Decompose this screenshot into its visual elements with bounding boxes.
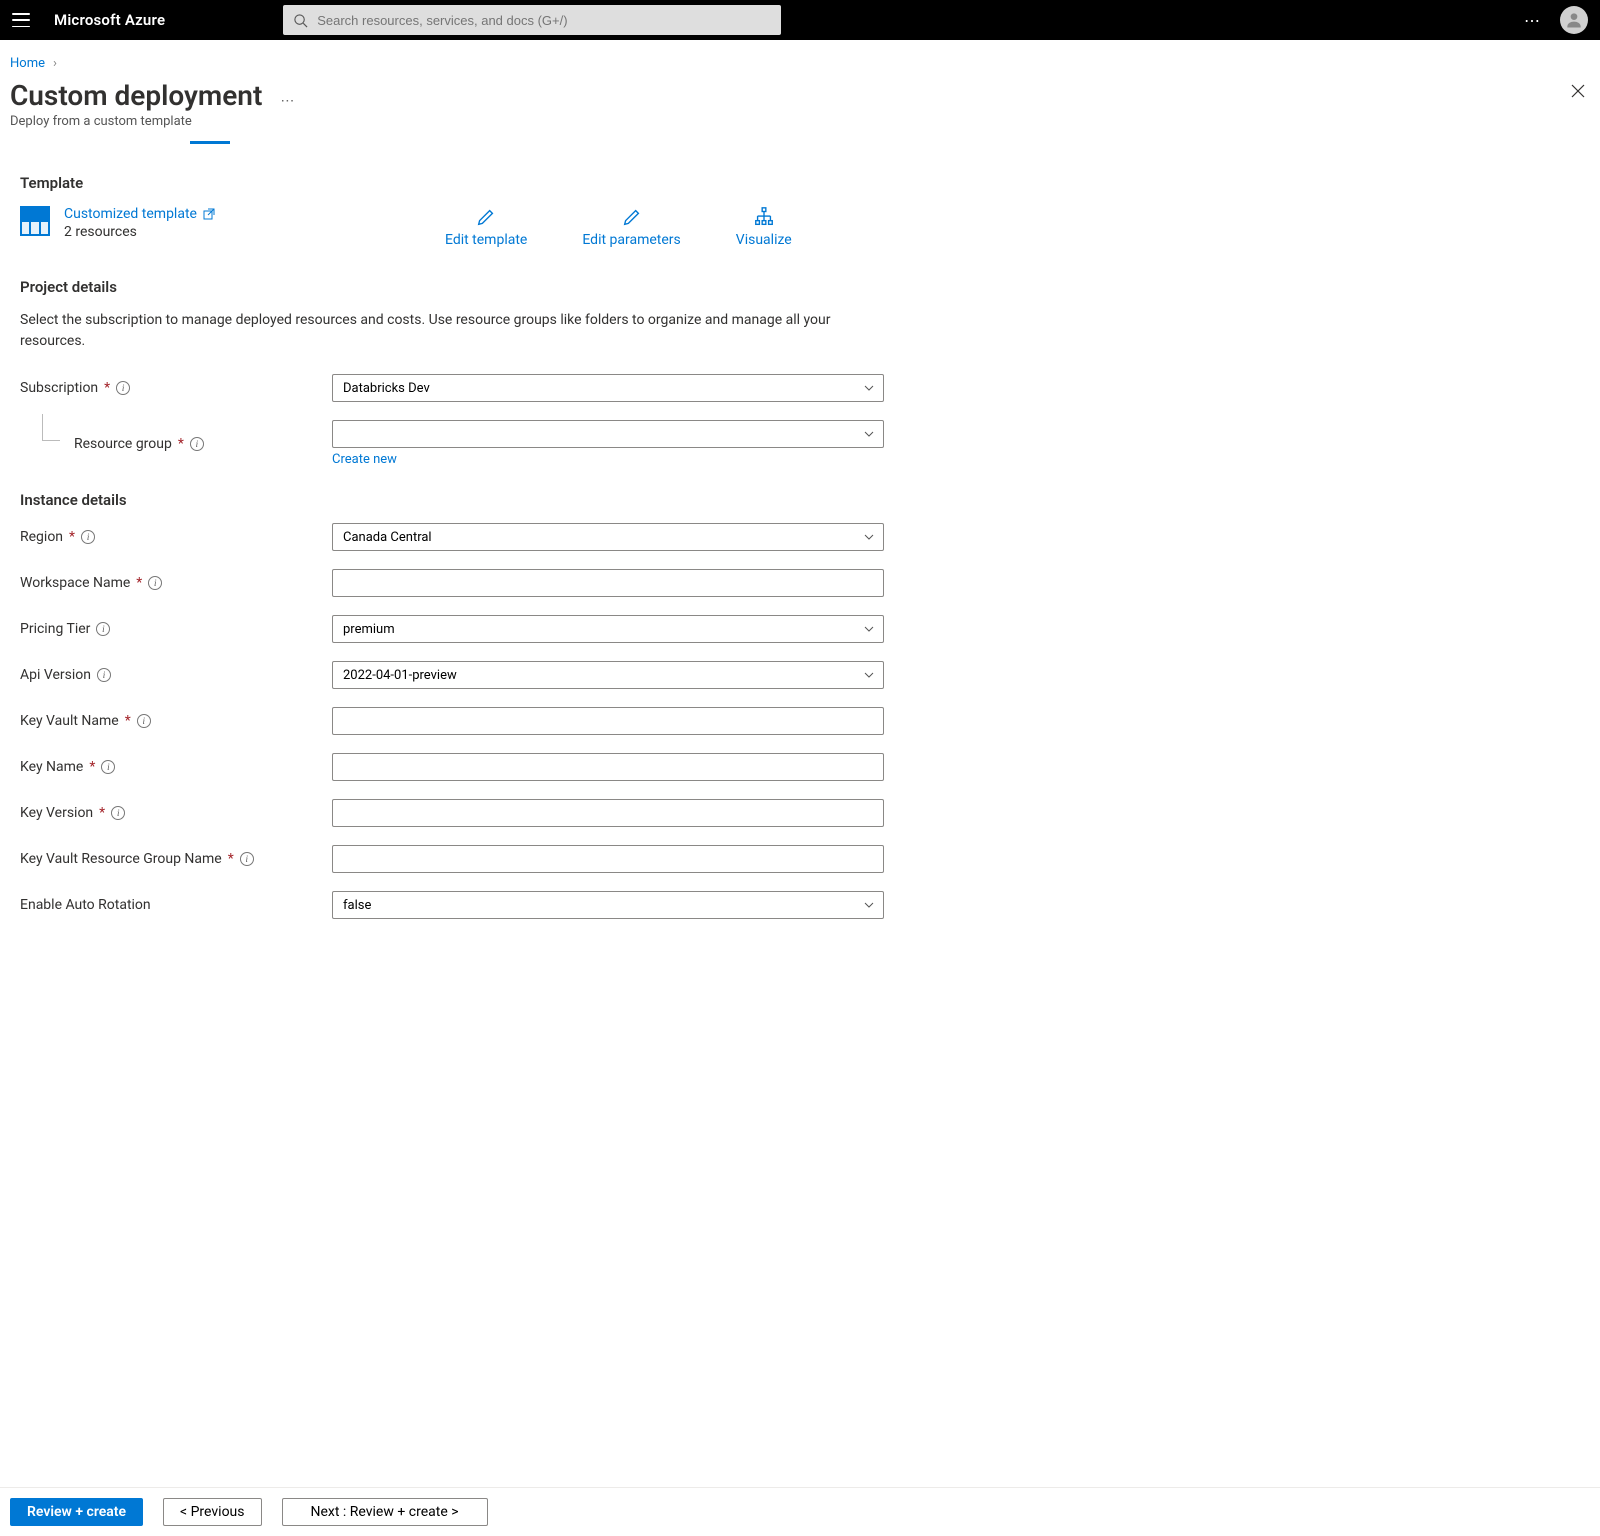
subscription-select[interactable] [332, 374, 884, 402]
api-version-select[interactable] [332, 661, 884, 689]
pencil-icon [621, 206, 643, 228]
workspace-name-input[interactable] [332, 569, 884, 597]
pricing-tier-label: Pricing Tier [20, 621, 90, 637]
template-section-title: Template [20, 174, 890, 192]
info-icon[interactable]: i [148, 576, 162, 590]
search-wrap [283, 5, 781, 35]
instance-details-title: Instance details [20, 491, 890, 509]
resource-group-row: Resource group * i Create new [20, 420, 890, 467]
previous-button[interactable]: < Previous [163, 1498, 261, 1526]
info-icon[interactable]: i [240, 852, 254, 866]
page-more-icon[interactable]: ⋯ [280, 93, 296, 109]
pricing-tier-select[interactable] [332, 615, 884, 643]
info-icon[interactable]: i [137, 714, 151, 728]
required-asterisk: * [89, 759, 95, 775]
edit-parameters-button[interactable]: Edit parameters [582, 206, 680, 248]
key-version-row: Key Version * i [20, 799, 890, 827]
subscription-row: Subscription * i [20, 374, 890, 402]
edit-template-button[interactable]: Edit template [445, 206, 527, 248]
project-details-help: Select the subscription to manage deploy… [20, 310, 840, 352]
template-row: Customized template 2 resources Edit tem… [20, 206, 890, 248]
review-create-button[interactable]: Review + create [10, 1498, 143, 1526]
workspace-name-label: Workspace Name [20, 575, 130, 591]
key-version-input[interactable] [332, 799, 884, 827]
template-summary: Customized template 2 resources [20, 206, 390, 240]
required-asterisk: * [178, 436, 184, 452]
key-vault-name-label: Key Vault Name [20, 713, 119, 729]
menu-icon[interactable] [12, 13, 30, 27]
next-button[interactable]: Next : Review + create > [282, 1498, 488, 1526]
info-icon[interactable]: i [101, 760, 115, 774]
key-name-label: Key Name [20, 759, 83, 775]
required-asterisk: * [125, 713, 131, 729]
search-input[interactable] [283, 5, 781, 35]
brand-label: Microsoft Azure [54, 11, 165, 29]
info-icon[interactable]: i [116, 381, 130, 395]
region-label: Region [20, 529, 63, 545]
workspace-name-row: Workspace Name * i [20, 569, 890, 597]
api-version-row: Api Version i [20, 661, 890, 689]
key-name-input[interactable] [332, 753, 884, 781]
info-icon[interactable]: i [96, 622, 110, 636]
required-asterisk: * [99, 805, 105, 821]
key-vault-name-row: Key Vault Name * i [20, 707, 890, 735]
edit-template-label: Edit template [445, 232, 527, 248]
info-icon[interactable]: i [81, 530, 95, 544]
subscription-label: Subscription [20, 380, 98, 396]
page-title: Custom deployment [10, 79, 262, 112]
required-asterisk: * [228, 851, 234, 867]
breadcrumb-home[interactable]: Home [10, 56, 45, 71]
page-subtitle: Deploy from a custom template [10, 114, 296, 129]
pricing-tier-row: Pricing Tier i [20, 615, 890, 643]
info-icon[interactable]: i [190, 437, 204, 451]
key-vault-name-input[interactable] [332, 707, 884, 735]
enable-auto-rotation-row: Enable Auto Rotation [20, 891, 890, 919]
template-resources-label: 2 resources [64, 224, 215, 240]
close-icon[interactable] [1566, 79, 1590, 107]
template-icon [20, 206, 50, 236]
chevron-right-icon: › [53, 56, 57, 71]
region-row: Region * i [20, 523, 890, 551]
external-link-icon [203, 208, 215, 220]
key-name-row: Key Name * i [20, 753, 890, 781]
key-vault-rg-row: Key Vault Resource Group Name * i [20, 845, 890, 873]
top-bar: Microsoft Azure ⋯ [0, 0, 1600, 40]
customized-template-label: Customized template [64, 206, 197, 222]
breadcrumb: Home › [0, 40, 1600, 79]
diagram-icon [753, 206, 775, 228]
key-version-label: Key Version [20, 805, 93, 821]
visualize-label: Visualize [736, 232, 792, 248]
resource-group-label: Resource group [74, 436, 172, 452]
project-details-title: Project details [20, 278, 890, 296]
api-version-label: Api Version [20, 667, 91, 683]
resource-group-select[interactable] [332, 420, 884, 448]
required-asterisk: * [136, 575, 142, 591]
pencil-icon [475, 206, 497, 228]
edit-parameters-label: Edit parameters [582, 232, 680, 248]
avatar[interactable] [1560, 6, 1588, 34]
enable-auto-rotation-select[interactable] [332, 891, 884, 919]
info-icon[interactable]: i [111, 806, 125, 820]
key-vault-rg-input[interactable] [332, 845, 884, 873]
customized-template-link[interactable]: Customized template [64, 206, 215, 222]
required-asterisk: * [104, 380, 110, 396]
more-icon[interactable]: ⋯ [1524, 11, 1542, 30]
visualize-button[interactable]: Visualize [736, 206, 792, 248]
info-icon[interactable]: i [97, 668, 111, 682]
enable-auto-rotation-label: Enable Auto Rotation [20, 897, 151, 913]
page-header: Custom deployment ⋯ Deploy from a custom… [0, 79, 1600, 137]
create-new-link[interactable]: Create new [332, 452, 397, 467]
user-icon [1564, 10, 1584, 30]
required-asterisk: * [69, 529, 75, 545]
key-vault-rg-label: Key Vault Resource Group Name [20, 851, 222, 867]
footer-bar: Review + create < Previous Next : Review… [0, 1487, 1600, 1536]
region-select[interactable] [332, 523, 884, 551]
